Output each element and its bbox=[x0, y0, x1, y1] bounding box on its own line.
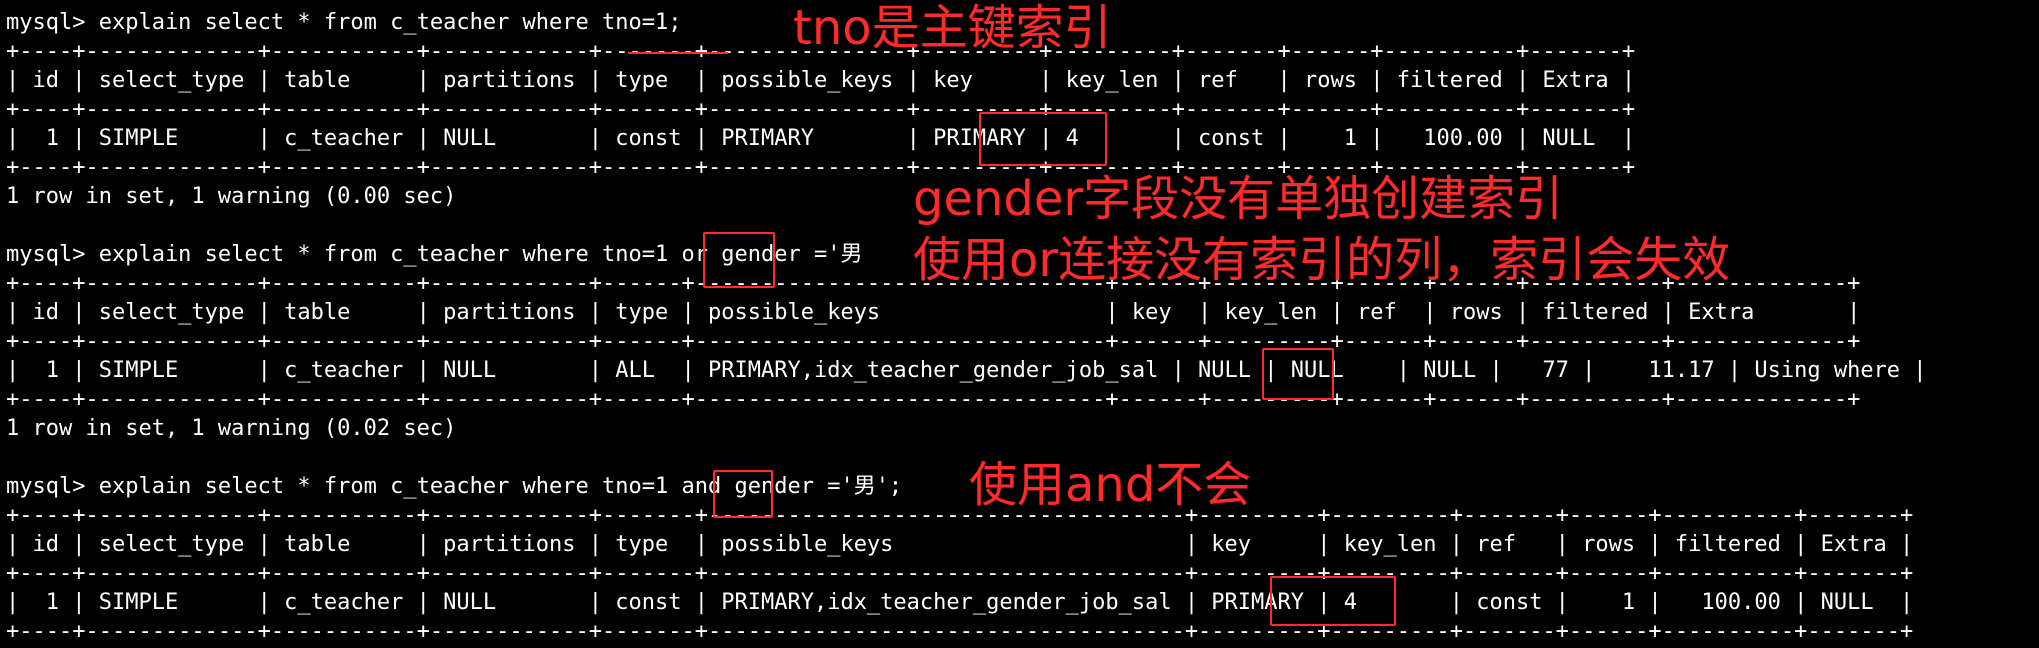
or-invalidates-annotation: 使用or连接没有索引的列，索引会失效 bbox=[913, 232, 1731, 288]
terminal-window[interactable]: mysql> explain select * from c_teacher w… bbox=[0, 0, 2039, 648]
and-ok-annotation: 使用and不会 bbox=[969, 457, 1252, 513]
null-key-highlight-box bbox=[1262, 348, 1334, 400]
table-border: +----+-------------+-----------+--------… bbox=[6, 561, 1914, 586]
gender-no-index-annotation: gender字段没有单独创建索引 bbox=[913, 171, 1564, 227]
table-border: +----+-------------+-----------+--------… bbox=[6, 387, 1861, 412]
terminal-line: 1 row in set, 1 warning (0.02 sec) bbox=[6, 416, 457, 441]
table-border: +----+-------------+-----------+--------… bbox=[6, 619, 1914, 644]
table-header-row: | id | select_type | table | partitions … bbox=[6, 300, 1861, 325]
or-highlight-box bbox=[703, 232, 775, 288]
primary-key-annotation: tno是主键索引 bbox=[793, 0, 1112, 56]
primary-key-highlight-box bbox=[1270, 576, 1396, 626]
table-row: | 1 | SIMPLE | c_teacher | NULL | const … bbox=[6, 590, 1914, 615]
table-row: | 1 | SIMPLE | c_teacher | NULL | ALL | … bbox=[6, 358, 1927, 383]
table-header-row: | id | select_type | table | partitions … bbox=[6, 68, 1636, 93]
table-header-row: | id | select_type | table | partitions … bbox=[6, 532, 1914, 557]
and-highlight-box bbox=[713, 470, 773, 518]
table-border: +----+-------------+-----------+--------… bbox=[6, 329, 1861, 354]
tno-underline bbox=[628, 52, 728, 54]
primary-key-highlight-box bbox=[979, 112, 1107, 166]
